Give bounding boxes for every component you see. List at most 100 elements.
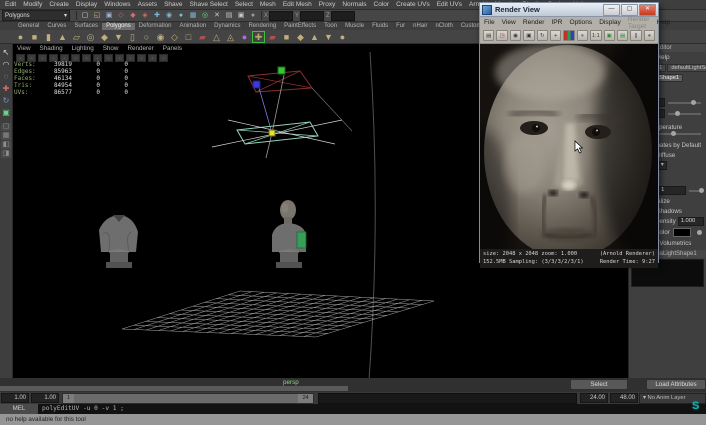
poly-bevel-icon[interactable]: ■	[280, 31, 293, 43]
green-handle[interactable]	[278, 67, 285, 74]
shelf-tab[interactable]: Curves	[43, 23, 70, 30]
shelf-tab[interactable]: Toon	[320, 23, 341, 30]
paint-select-tool-icon[interactable]: ◌	[1, 71, 12, 82]
render-view-menu-item[interactable]: Render	[523, 19, 545, 26]
shelf-tab[interactable]: Fur	[392, 23, 409, 30]
snap-point-icon[interactable]: ●	[176, 11, 187, 21]
new-scene-icon[interactable]: ▢	[80, 11, 91, 21]
range-start-handle[interactable]: 1	[63, 394, 74, 403]
wireframe-ground-plane[interactable]	[122, 291, 434, 337]
scale-tool-icon[interactable]: ▣	[1, 107, 12, 118]
attr-tab[interactable]: defaultLightSet	[667, 64, 706, 72]
minimize-button[interactable]: —	[603, 4, 620, 16]
samples-slider[interactable]	[689, 190, 701, 192]
shelf-tab[interactable]: Dynamics	[210, 23, 244, 30]
menu-item[interactable]: Create	[49, 1, 69, 8]
sphere-projection-icon[interactable]: ●	[238, 31, 251, 43]
command-input[interactable]: polyEditUV -u 0 -v 1 ;	[38, 404, 706, 414]
intensity-slider[interactable]	[668, 113, 701, 115]
maximize-button[interactable]: ▢	[621, 4, 638, 16]
render-frame-icon[interactable]: ▤	[224, 11, 235, 21]
shelf-tab[interactable]: Muscle	[341, 23, 368, 30]
render-view-menu-item[interactable]: Display	[599, 19, 621, 26]
poly-cube-icon[interactable]: ■	[28, 31, 41, 43]
animation-start-field[interactable]: 1.00	[1, 393, 29, 403]
poly-pyramid-icon[interactable]: ▼	[112, 31, 125, 43]
poly-bridge-icon[interactable]: ▰	[266, 31, 279, 43]
poly-torus-icon[interactable]: ◎	[84, 31, 97, 43]
range-bar[interactable]	[74, 394, 298, 403]
single-pane-layout-icon[interactable]: ▢	[1, 123, 11, 131]
snapshot-icon[interactable]: ◉	[510, 30, 521, 41]
render-region-icon[interactable]: ◳	[496, 30, 507, 41]
poly-plane-icon[interactable]: ▱	[70, 31, 83, 43]
menu-item[interactable]: Proxy	[319, 1, 336, 8]
animation-end-field[interactable]: 48.00	[610, 393, 638, 403]
move-tool-icon[interactable]: ✚	[1, 83, 12, 94]
make-live-icon[interactable]: ◎	[200, 11, 211, 21]
render-view-window[interactable]: Render View — ▢ ✕ FileViewRenderIPROptio…	[479, 2, 659, 263]
poly-cone-icon[interactable]: ▲	[56, 31, 69, 43]
four-pane-layout-icon[interactable]: ▦	[1, 132, 11, 140]
shelf-tab[interactable]: Animation	[175, 23, 210, 30]
open-scene-icon[interactable]: ◱	[92, 11, 103, 21]
area-light-manipulator[interactable]	[212, 67, 352, 158]
open-render-scene-icon[interactable]: ▤	[483, 30, 494, 41]
menu-item[interactable]: Shave Select	[190, 1, 228, 8]
range-slider[interactable]: 1 24	[62, 393, 314, 404]
alpha-channel-icon[interactable]: ●	[577, 30, 588, 41]
poly-cylinder-icon[interactable]: ▮	[42, 31, 55, 43]
transform-input[interactable]	[269, 11, 293, 21]
playback-start-field[interactable]: 1.00	[31, 393, 59, 403]
blue-handle[interactable]	[253, 81, 260, 88]
menu-item[interactable]: Edit Mesh	[283, 1, 312, 8]
select-component-icon[interactable]: ◈	[140, 11, 151, 21]
render-view-menu-item[interactable]: File	[484, 19, 495, 26]
poly-soccer-ball-icon[interactable]: ◉	[154, 31, 167, 43]
shelf-tab[interactable]: Rendering	[244, 23, 280, 30]
ipr-render-icon[interactable]: ▣	[236, 11, 247, 21]
transform-input[interactable]	[331, 11, 355, 21]
shelf-tab[interactable]: General	[14, 23, 43, 30]
playback-end-field[interactable]: 24.00	[580, 393, 608, 403]
poly-combine-icon[interactable]: ▲	[308, 31, 321, 43]
menu-item[interactable]: Assets	[138, 1, 158, 8]
render-settings-icon[interactable]: ●	[644, 30, 655, 41]
poly-extrude-icon[interactable]: ✚	[252, 31, 265, 43]
load-attributes-button[interactable]: Load Attributes	[646, 379, 706, 390]
pan-zoom-icon[interactable]: +	[550, 30, 561, 41]
save-scene-icon[interactable]: ▣	[104, 11, 115, 21]
menu-item[interactable]: Select	[235, 1, 253, 8]
menu-item[interactable]: Mesh	[260, 1, 276, 8]
poly-separate-icon[interactable]: ▼	[322, 31, 335, 43]
rendered-image[interactable]	[480, 44, 658, 249]
color-slider[interactable]	[668, 102, 701, 104]
menu-item[interactable]: Windows	[104, 1, 130, 8]
one-to-one-icon[interactable]: 1:1	[590, 30, 601, 41]
poly-mirror-icon[interactable]: ◆	[294, 31, 307, 43]
shelf-tab[interactable]: PaintEffects	[280, 23, 320, 30]
snap-curve-icon[interactable]: ◉	[164, 11, 175, 21]
shelf-tab[interactable]: Polygons	[102, 23, 135, 30]
menu-item[interactable]: Modify	[23, 1, 42, 8]
platonic-solids-icon[interactable]: ◇	[168, 31, 181, 43]
poly-boolean-icon[interactable]: ●	[336, 31, 349, 43]
rgb-channels-icon[interactable]	[563, 30, 574, 41]
menu-item[interactable]: Create UVs	[396, 1, 430, 8]
poly-reduce-icon[interactable]: ▰	[196, 31, 209, 43]
hypershade-layout-icon[interactable]: ◨	[1, 150, 11, 158]
poly-sphere-icon[interactable]: ●	[14, 31, 27, 43]
render-settings-icon[interactable]: ●	[248, 11, 259, 21]
time-slider[interactable]	[0, 386, 348, 391]
select-object-icon[interactable]: ◆	[128, 11, 139, 21]
help-menu[interactable]: Help	[656, 19, 670, 26]
scene-curve[interactable]	[369, 52, 375, 378]
shadow-density-field[interactable]: 1.000	[678, 217, 704, 226]
shadow-color-swatch[interactable]	[673, 228, 691, 237]
remove-image-icon[interactable]: ▤	[617, 30, 628, 41]
pause-ipr-icon[interactable]: ||	[630, 30, 641, 41]
keep-image-icon[interactable]: ▣	[604, 30, 615, 41]
construction-history-icon[interactable]: ✕	[212, 11, 223, 21]
menu-item[interactable]: Edit UVs	[437, 1, 462, 8]
time-slider-track[interactable]	[318, 393, 577, 404]
